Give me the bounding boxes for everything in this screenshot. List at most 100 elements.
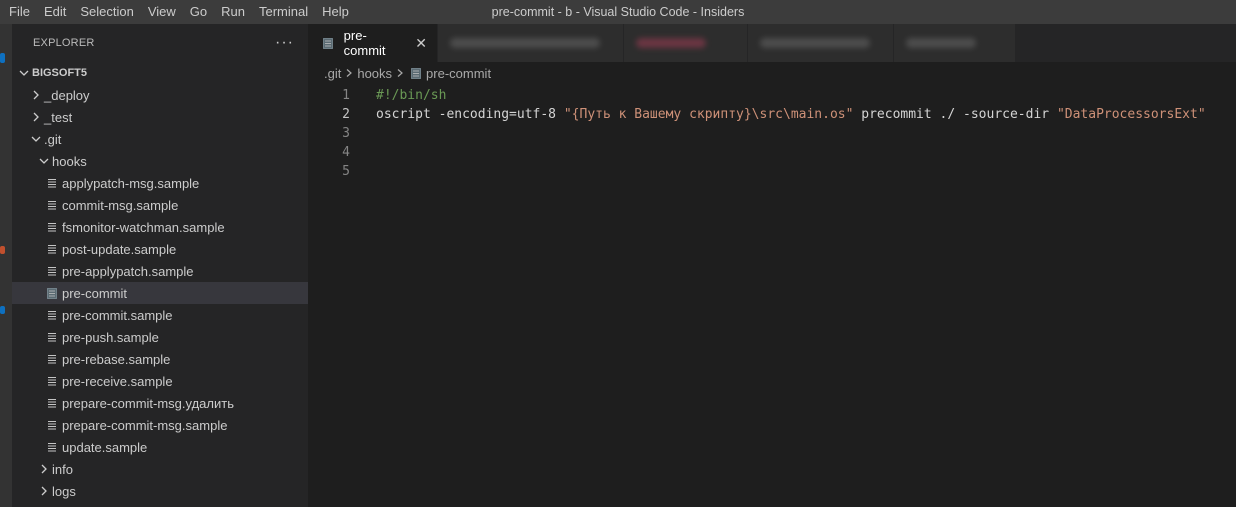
tree-folder-deploy[interactable]: _deploy — [12, 84, 308, 106]
menu-selection[interactable]: Selection — [73, 0, 140, 24]
code-line[interactable]: 1 #!/bin/sh — [308, 86, 1236, 105]
tab-pre-commit[interactable]: pre-commit ✕ — [308, 24, 438, 62]
chevron-right-icon — [28, 112, 44, 122]
title-bar: File Edit Selection View Go Run Terminal… — [0, 0, 1236, 24]
activity-bar — [0, 24, 12, 507]
code-token-comment: #!/bin/sh — [376, 88, 447, 103]
tree-folder-info[interactable]: info — [12, 458, 308, 480]
menu-edit[interactable]: Edit — [37, 0, 73, 24]
menu-file[interactable]: File — [2, 0, 37, 24]
menu-run[interactable]: Run — [214, 0, 252, 24]
file-lines-icon — [44, 178, 60, 189]
explorer-sidebar: EXPLORER ··· BIGSOFT5 _deploy _test .git… — [12, 24, 308, 507]
tree-file[interactable]: pre-applypatch.sample — [12, 260, 308, 282]
file-lines-icon — [44, 442, 60, 453]
line-number: 1 — [342, 88, 350, 103]
tree-item-label: logs — [52, 483, 76, 499]
breadcrumb: .git hooks pre-commit — [308, 62, 1236, 84]
chevron-down-icon — [16, 68, 32, 78]
chevron-down-icon — [28, 134, 44, 144]
editor-area: pre-commit ✕ .git hooks pre-commit 1 #!/… — [308, 24, 1236, 507]
file-lines-icon — [44, 287, 60, 299]
breadcrumb-item[interactable]: pre-commit — [426, 66, 491, 81]
close-icon[interactable]: ✕ — [415, 35, 427, 52]
tree-item-label: _deploy — [44, 87, 90, 103]
tree-item-label: pre-rebase.sample — [62, 351, 171, 367]
tree-file[interactable]: post-update.sample — [12, 238, 308, 260]
menu-go[interactable]: Go — [183, 0, 214, 24]
chevron-right-icon — [396, 69, 404, 77]
tree-item-label: hooks — [52, 153, 87, 169]
code-token-string: "DataProcessorsExt" — [1056, 107, 1206, 122]
tree-file[interactable]: pre-push.sample — [12, 326, 308, 348]
menu-help[interactable]: Help — [315, 0, 356, 24]
breadcrumb-item[interactable]: hooks — [357, 66, 392, 81]
chevron-right-icon — [28, 90, 44, 100]
tree-file[interactable]: pre-rebase.sample — [12, 348, 308, 370]
tree-folder-git[interactable]: .git — [12, 128, 308, 150]
tree-item-label: fsmonitor-watchman.sample — [62, 219, 225, 235]
code-line[interactable]: 5 — [308, 162, 1236, 181]
file-lines-icon — [44, 244, 60, 255]
tree-item-label: _test — [44, 109, 73, 125]
explorer-title: EXPLORER — [33, 37, 95, 49]
tree-root-bigsoft5[interactable]: BIGSOFT5 — [12, 62, 308, 84]
file-tree: BIGSOFT5 _deploy _test .git hooks applyp… — [12, 62, 308, 502]
more-actions-icon[interactable]: ··· — [275, 34, 294, 52]
tree-item-label: post-update.sample — [62, 241, 177, 257]
activity-indicator — [0, 246, 5, 254]
tree-folder-test[interactable]: _test — [12, 106, 308, 128]
tree-file[interactable]: pre-commit.sample — [12, 304, 308, 326]
tree-item-label: update.sample — [62, 439, 148, 455]
menu-bar: File Edit Selection View Go Run Terminal… — [0, 0, 356, 24]
code-editor[interactable]: 1 #!/bin/sh 2 oscript -encoding=utf-8 "{… — [308, 86, 1236, 181]
tree-file[interactable]: commit-msg.sample — [12, 194, 308, 216]
tree-file[interactable]: update.sample — [12, 436, 308, 458]
tree-item-label: commit-msg.sample — [62, 197, 179, 213]
tree-item-label: prepare-commit-msg.sample — [62, 417, 228, 433]
file-lines-icon — [44, 420, 60, 431]
breadcrumb-item[interactable]: .git — [324, 66, 341, 81]
explorer-header: EXPLORER ··· — [12, 24, 308, 62]
chevron-down-icon — [36, 156, 52, 166]
line-number: 3 — [342, 126, 350, 141]
blurred-tab-content — [906, 38, 976, 48]
file-lines-icon — [44, 310, 60, 321]
code-line[interactable]: 2 oscript -encoding=utf-8 "{Путь к Вашем… — [308, 105, 1236, 124]
code-token-string: "{Путь к Вашему скрипту}\src\main.os" — [563, 107, 854, 122]
tree-item-label: pre-receive.sample — [62, 373, 173, 389]
file-lines-icon — [44, 200, 60, 211]
tree-item-label: .git — [44, 131, 62, 147]
tab-blurred[interactable] — [624, 24, 748, 62]
tree-folder-hooks[interactable]: hooks — [12, 150, 308, 172]
tree-item-label: pre-commit — [62, 285, 128, 301]
tree-item-label: pre-push.sample — [62, 329, 159, 345]
blurred-tab-content — [636, 38, 706, 48]
file-lines-icon — [44, 266, 60, 277]
tree-item-label: pre-applypatch.sample — [62, 263, 194, 279]
tab-blurred[interactable] — [894, 24, 1016, 62]
tree-file[interactable]: applypatch-msg.sample — [12, 172, 308, 194]
chevron-right-icon — [345, 69, 353, 77]
tab-blurred[interactable] — [748, 24, 894, 62]
tree-file[interactable]: prepare-commit-msg.sample — [12, 414, 308, 436]
tree-item-label: prepare-commit-msg.удалить — [62, 395, 234, 411]
file-lines-icon — [44, 222, 60, 233]
file-lines-icon — [44, 376, 60, 387]
tree-file-selected[interactable]: pre-commit — [12, 282, 308, 304]
tree-item-label: info — [52, 461, 73, 477]
file-lines-icon — [320, 37, 336, 49]
menu-view[interactable]: View — [141, 0, 183, 24]
tree-folder-logs[interactable]: logs — [12, 480, 308, 502]
code-line[interactable]: 4 — [308, 143, 1236, 162]
activity-indicator-blue — [0, 306, 5, 314]
tree-root-label: BIGSOFT5 — [32, 67, 88, 79]
menu-terminal[interactable]: Terminal — [252, 0, 315, 24]
tree-file[interactable]: fsmonitor-watchman.sample — [12, 216, 308, 238]
tree-file[interactable]: prepare-commit-msg.удалить — [12, 392, 308, 414]
line-number: 2 — [342, 107, 350, 122]
tab-blurred[interactable] — [438, 24, 624, 62]
blurred-tab-content — [450, 38, 600, 48]
tree-file[interactable]: pre-receive.sample — [12, 370, 308, 392]
code-line[interactable]: 3 — [308, 124, 1236, 143]
